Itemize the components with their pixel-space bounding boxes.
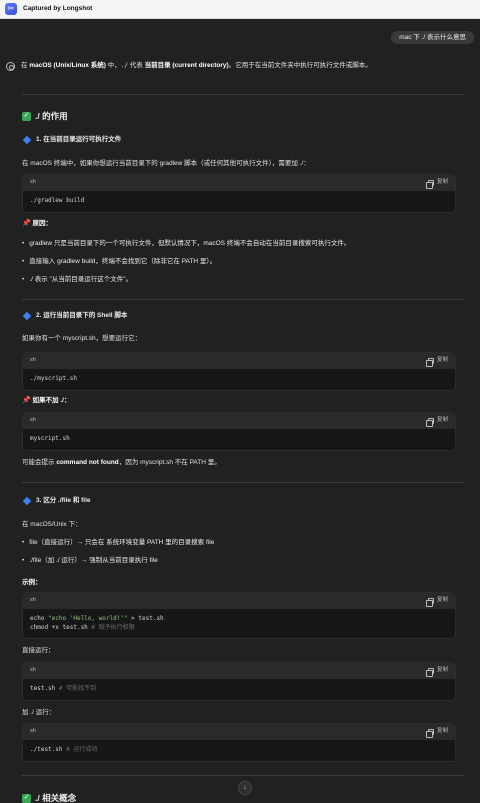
copy-icon: [425, 668, 434, 677]
copy-label: 复制: [436, 597, 448, 604]
code-header: sh 复制: [23, 593, 455, 609]
subsection-heading: 1. 在当前目录运行可执行文件: [22, 135, 121, 144]
copy-button[interactable]: 复制: [425, 728, 448, 738]
longshot-app-icon: ✂: [5, 3, 17, 15]
capture-titlebar: ✂ Captured by Longshot: [0, 0, 480, 19]
copy-icon: [425, 358, 434, 367]
code-content: ./myscript.sh: [30, 375, 77, 382]
subsection-heading: 3. 区分 ./file 和 file: [22, 496, 91, 505]
copy-button[interactable]: 复制: [425, 667, 448, 677]
code-block: sh 复制 ./myscript.sh: [22, 352, 456, 391]
blue-diamond-icon: [22, 496, 32, 505]
code-language: sh: [30, 417, 36, 424]
code-language: sh: [30, 728, 36, 735]
list-item: ./file（加 ./ 运行）→ 强制从当前目录执行 file: [22, 556, 158, 565]
paragraph: 在 macOS/Unix 下：: [22, 521, 82, 528]
assistant-message: 在 macOS (Unix/Linux 系统) 中，./ 代表 当前目录 (cu…: [6, 61, 464, 803]
blue-diamond-icon: [22, 135, 32, 144]
subsection-heading: 2. 运行当前目录下的 Shell 脚本: [22, 311, 127, 320]
code-block: sh 复制 ./test.sh # 运行成功: [22, 723, 456, 762]
reason-heading: 📌 原因：: [22, 219, 52, 229]
copy-label: 复制: [436, 417, 448, 424]
intro-row: 在 macOS (Unix/Linux 系统) 中，./ 代表 当前目录 (cu…: [6, 61, 464, 71]
copy-label: 复制: [436, 667, 448, 674]
subsection-title: 2. 运行当前目录下的 Shell 脚本: [36, 312, 128, 319]
check-mark-icon: ✓: [22, 111, 31, 121]
copy-label: 复制: [436, 357, 448, 364]
check-mark-icon: ✓: [22, 793, 31, 803]
pushpin-icon: 📌: [22, 220, 31, 227]
code-header: sh 复制: [23, 663, 455, 679]
copy-icon: [425, 729, 434, 738]
assistant-avatar-icon: [6, 62, 15, 71]
code-language: sh: [30, 179, 36, 186]
reason-title: 原因：: [32, 220, 53, 227]
scroll-down-button[interactable]: ↓: [238, 781, 252, 795]
copy-button[interactable]: 复制: [425, 597, 448, 607]
copy-label: 复制: [436, 179, 448, 186]
noadd-title: 如果不加 ./：: [32, 397, 71, 404]
copy-button[interactable]: 复制: [425, 179, 448, 189]
code-header: sh 复制: [23, 413, 455, 429]
code-content: ./test.sh # 运行成功: [30, 746, 98, 753]
section-title: ./ 相关概念: [35, 793, 77, 803]
code-content: test.sh # 可能找不到: [30, 685, 97, 692]
code-header: sh 复制: [23, 353, 455, 369]
code-header: sh 复制: [23, 724, 455, 740]
divider: [22, 299, 464, 300]
list-item: file（直接运行）→ 只会在 系统环境变量 PATH 里的目录搜索 file: [22, 538, 214, 547]
pushpin-icon: 📌: [22, 397, 31, 404]
code-content: myscript.sh: [30, 435, 70, 442]
subsection-title: 3. 区分 ./file 和 file: [36, 497, 91, 504]
subsection-title: 1. 在当前目录运行可执行文件: [36, 136, 122, 143]
code-content: echo "echo 'Hello, world!'" > test.sh ch…: [30, 615, 164, 631]
paragraph: 如果你有一个 myscript.sh，想要运行它：: [22, 335, 142, 342]
code-header: sh 复制: [23, 175, 455, 191]
code-block: sh 复制 myscript.sh: [22, 412, 456, 451]
divider: [22, 94, 464, 95]
paragraph: 可能会提示 command not found，因为 myscript.sh 不…: [22, 459, 221, 466]
code-block: sh 复制 test.sh # 可能找不到: [22, 662, 456, 701]
user-message-bubble: mac 下 ./ 表示什么意思: [391, 31, 474, 45]
code-content: ./gradlew build: [30, 197, 85, 204]
list-item: ./ 表示 "从当前目录运行这个文件"。: [22, 275, 132, 284]
example-label: 示例：: [22, 579, 42, 586]
copy-label: 复制: [436, 728, 448, 735]
code-block: sh 复制 ./gradlew build: [22, 174, 456, 213]
capture-title: Captured by Longshot: [23, 5, 93, 13]
code-language: sh: [30, 597, 36, 604]
list-item: gradlew 只是当前目录下的一个可执行文件，但默认情况下，macOS 终端不…: [22, 239, 350, 248]
noadd-heading: 📌 如果不加 ./：: [22, 396, 70, 406]
code-language: sh: [30, 357, 36, 364]
section-title: ./ 的作用: [35, 111, 68, 121]
copy-button[interactable]: 复制: [425, 357, 448, 367]
paragraph: 在 macOS 终端中，如果你想运行当前目录下的 gradlew 脚本（或任何其…: [22, 160, 310, 167]
blue-diamond-icon: [22, 311, 32, 320]
list-item: 直接输入 gradlew build，终端不会找到它（除非它在 PATH 里）。: [22, 257, 216, 266]
copy-icon: [425, 418, 434, 427]
arrow-down-icon: ↓: [243, 783, 247, 791]
code-language: sh: [30, 667, 36, 674]
copy-icon: [425, 598, 434, 607]
divider: [22, 482, 464, 483]
copy-icon: [425, 180, 434, 189]
section-heading: ✓ ./ 的作用: [22, 110, 68, 122]
code-block: sh 复制 echo "echo 'Hello, world!'" > test…: [22, 592, 456, 640]
add-run-label: 加 ./ 运行：: [22, 709, 56, 716]
copy-button[interactable]: 复制: [425, 417, 448, 427]
direct-run-label: 直接运行：: [22, 647, 55, 654]
section-heading: ✓ ./ 相关概念: [22, 792, 76, 803]
divider: [22, 775, 464, 776]
intro-text: 在 macOS (Unix/Linux 系统) 中，./ 代表 当前目录 (cu…: [21, 62, 372, 69]
